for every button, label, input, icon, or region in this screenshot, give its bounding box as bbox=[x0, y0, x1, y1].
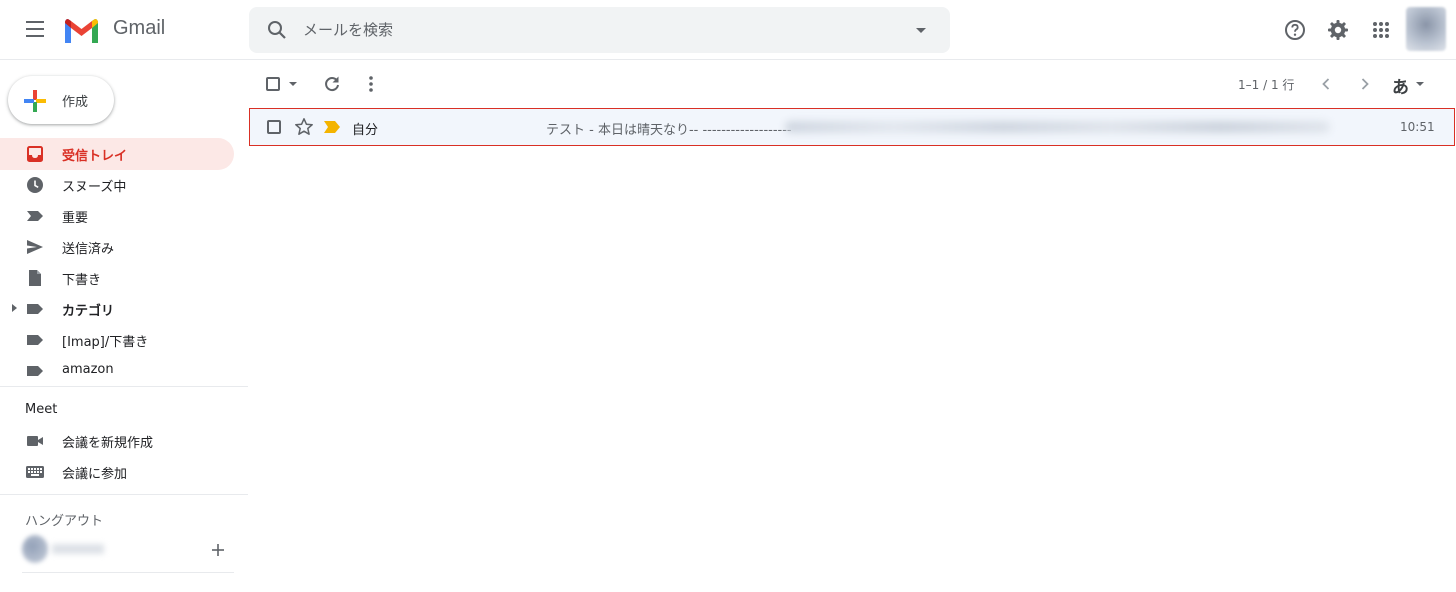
videocam-icon bbox=[27, 436, 43, 446]
more-options-icon[interactable] bbox=[361, 74, 381, 94]
search-input[interactable] bbox=[303, 15, 883, 45]
keyboard-icon bbox=[26, 466, 44, 478]
help-icon[interactable] bbox=[1283, 18, 1307, 42]
previous-page-chevron-icon[interactable] bbox=[1316, 74, 1336, 94]
email-sender: 自分 bbox=[352, 123, 379, 138]
star-icon[interactable] bbox=[294, 117, 314, 137]
menu-bar bbox=[26, 21, 44, 23]
search-icon[interactable] bbox=[265, 18, 289, 42]
email-select-checkbox[interactable] bbox=[267, 120, 281, 134]
sidebar-item-label: 下書き bbox=[62, 273, 102, 288]
sidebar-divider bbox=[0, 386, 248, 387]
compose-label: 作成 bbox=[62, 95, 89, 110]
important-label-icon bbox=[27, 211, 43, 221]
inbox-icon bbox=[27, 146, 43, 162]
sidebar-item-label: [Imap]/下書き bbox=[62, 335, 149, 350]
sidebar-divider bbox=[0, 494, 248, 495]
draft-icon bbox=[29, 270, 41, 286]
send-icon bbox=[27, 240, 43, 254]
search-options-dropdown-icon[interactable] bbox=[909, 18, 933, 42]
pagination-info: 1–1 / 1 行 bbox=[1238, 78, 1295, 92]
plus-icon bbox=[24, 90, 46, 112]
top-header: Gmail bbox=[0, 0, 1456, 60]
menu-bar bbox=[26, 28, 44, 30]
clock-icon bbox=[27, 177, 43, 193]
email-row[interactable]: 自分 テスト - 本日は晴天なり-- ------------------- 1… bbox=[249, 108, 1455, 146]
sidebar-item-drafts[interactable]: 下書き bbox=[0, 262, 234, 294]
sidebar-item-categories[interactable]: カテゴリ bbox=[0, 293, 234, 325]
compose-button[interactable]: 作成 bbox=[8, 76, 114, 124]
sidebar-item-join-meeting[interactable]: 会議に参加 bbox=[0, 456, 234, 488]
sidebar-item-amazon[interactable]: amazon bbox=[0, 355, 234, 387]
menu-bar bbox=[26, 35, 44, 37]
sidebar-item-label: カテゴリ bbox=[62, 304, 115, 319]
apps-grid-icon[interactable] bbox=[1369, 18, 1393, 42]
hangouts-user-name-redacted bbox=[52, 544, 104, 554]
hangouts-user-avatar bbox=[22, 535, 48, 563]
select-all-checkbox[interactable] bbox=[266, 77, 280, 91]
main-menu-button[interactable] bbox=[22, 18, 48, 42]
label-icon bbox=[27, 304, 43, 314]
sidebar-item-label: 重要 bbox=[62, 211, 89, 226]
sidebar-item-inbox[interactable]: 受信トレイ bbox=[0, 138, 234, 170]
sidebar-item-label: 送信済み bbox=[62, 242, 115, 257]
add-hangout-contact-plus-icon[interactable] bbox=[209, 541, 227, 559]
sidebar-item-important[interactable]: 重要 bbox=[0, 200, 234, 232]
refresh-icon[interactable] bbox=[322, 74, 342, 94]
sidebar-item-label: 会議を新規作成 bbox=[62, 436, 154, 451]
input-tools-dropdown-icon[interactable] bbox=[1416, 82, 1424, 86]
settings-gear-icon[interactable] bbox=[1326, 18, 1350, 42]
sidebar-item-new-meeting[interactable]: 会議を新規作成 bbox=[0, 425, 234, 457]
expand-arrow-icon[interactable] bbox=[12, 304, 17, 312]
important-marker-icon[interactable] bbox=[323, 119, 341, 135]
sidebar-item-label: スヌーズ中 bbox=[62, 180, 127, 195]
account-avatar[interactable] bbox=[1406, 7, 1446, 51]
sidebar-item-label: 会議に参加 bbox=[62, 467, 128, 482]
hangouts-divider bbox=[22, 572, 234, 573]
app-name: Gmail bbox=[113, 17, 166, 39]
sidebar-item-sent[interactable]: 送信済み bbox=[0, 231, 234, 263]
hangouts-user[interactable] bbox=[22, 535, 104, 563]
sidebar-item-label: amazon bbox=[62, 362, 114, 377]
label-icon bbox=[27, 335, 43, 345]
gmail-logo-icon[interactable] bbox=[63, 16, 100, 44]
email-subject: テスト - 本日は晴天なり-- ------------------- bbox=[546, 123, 792, 138]
email-time: 10:51 bbox=[1400, 120, 1435, 134]
input-tools-button[interactable]: あ bbox=[1392, 73, 1409, 98]
sidebar-item-imap-drafts[interactable]: [Imap]/下書き bbox=[0, 324, 234, 356]
next-page-chevron-icon[interactable] bbox=[1355, 74, 1375, 94]
search-bar[interactable] bbox=[249, 7, 950, 53]
label-icon bbox=[27, 366, 43, 376]
hangouts-section-title: ハングアウト bbox=[25, 514, 104, 529]
select-options-dropdown-icon[interactable] bbox=[289, 82, 297, 86]
meet-section-title: Meet bbox=[25, 402, 58, 417]
sidebar-item-snoozed[interactable]: スヌーズ中 bbox=[0, 169, 234, 201]
email-snippet-redacted bbox=[785, 121, 1330, 133]
sidebar-item-label: 受信トレイ bbox=[62, 149, 128, 164]
